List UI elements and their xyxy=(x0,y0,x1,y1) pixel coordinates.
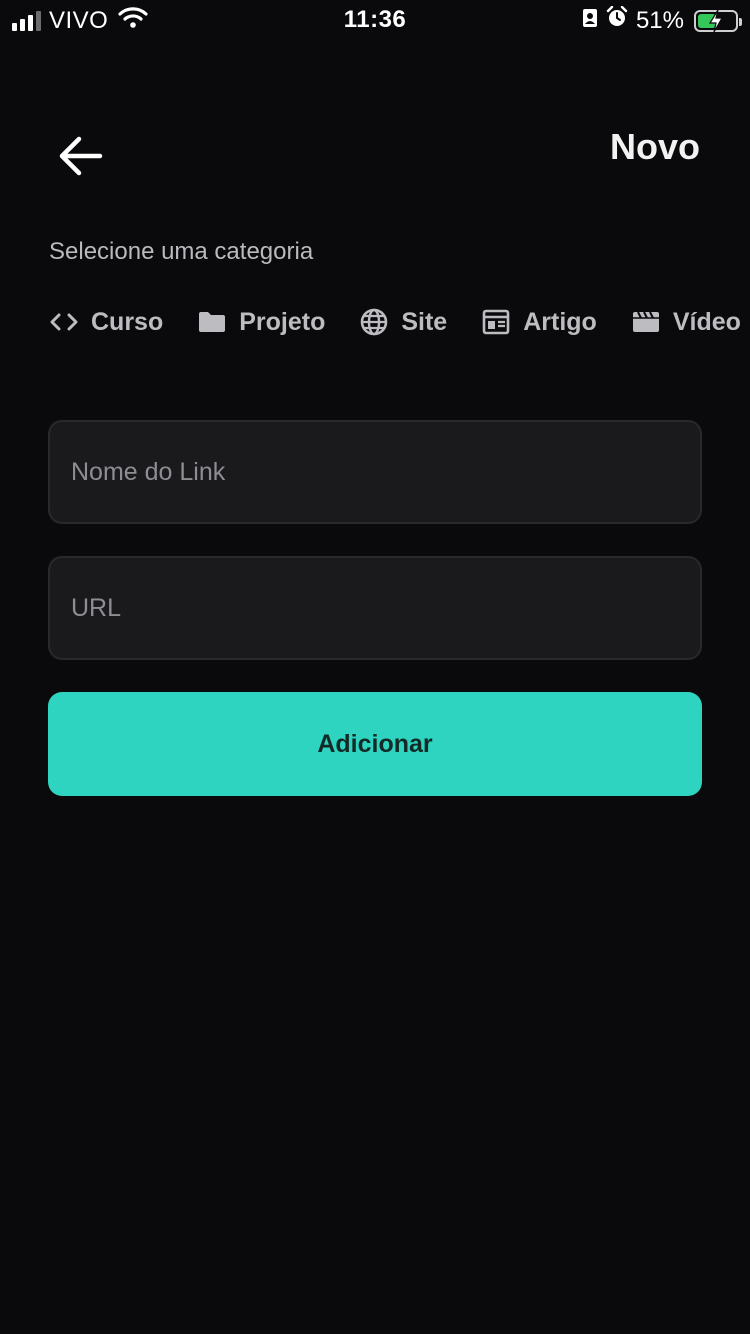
add-button[interactable]: Adicionar xyxy=(48,692,702,796)
category-label: Curso xyxy=(91,307,164,336)
folder-icon xyxy=(197,307,227,337)
article-icon xyxy=(481,307,511,337)
category-site[interactable]: Site xyxy=(359,307,447,337)
globe-icon xyxy=(359,307,389,337)
clapperboard-icon xyxy=(631,307,661,337)
status-bar-right: 51% xyxy=(582,5,742,35)
category-curso[interactable]: Curso xyxy=(49,307,163,337)
code-icon xyxy=(49,307,79,337)
category-label: Site xyxy=(401,307,448,336)
category-label: Projeto xyxy=(239,307,326,336)
page-title: Novo xyxy=(610,126,700,167)
url-input[interactable] xyxy=(50,558,700,658)
category-section-label: Selecione uma categoria xyxy=(49,238,314,265)
category-projeto[interactable]: Projeto xyxy=(197,307,325,337)
back-button[interactable] xyxy=(54,132,106,180)
link-name-input[interactable] xyxy=(50,422,700,522)
url-field-container xyxy=(48,556,702,660)
link-name-field-container xyxy=(48,420,702,524)
category-label: Vídeo xyxy=(672,307,741,336)
arrow-left-icon xyxy=(59,136,103,176)
category-label: Artigo xyxy=(523,307,597,336)
category-list: Curso Projeto Site Artigo Vídeo xyxy=(49,300,750,344)
category-artigo[interactable]: Artigo xyxy=(481,307,597,337)
category-video[interactable]: Vídeo xyxy=(631,307,741,337)
battery-percent: 51% xyxy=(635,6,684,34)
portrait-lock-icon xyxy=(582,7,598,35)
alarm-icon xyxy=(606,5,628,35)
battery-icon xyxy=(694,9,742,32)
status-bar: VIVO 11:36 51% xyxy=(0,0,750,40)
